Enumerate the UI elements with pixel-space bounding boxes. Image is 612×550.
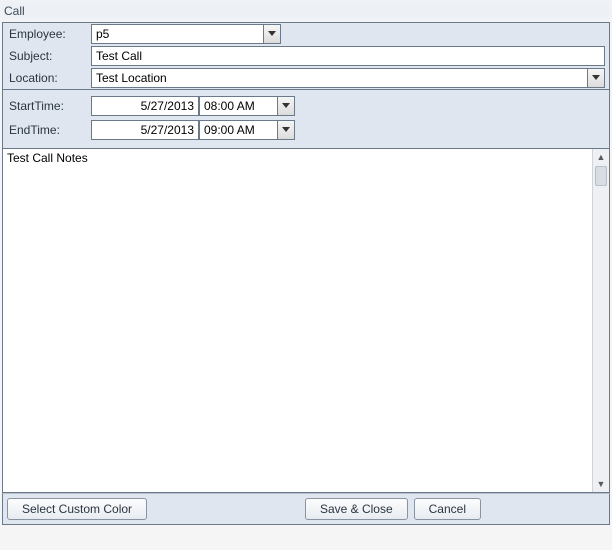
subject-input[interactable] <box>91 46 605 66</box>
save-and-close-button[interactable]: Save & Close <box>305 498 408 520</box>
end-time-combo[interactable] <box>199 120 295 140</box>
location-input[interactable] <box>91 68 587 88</box>
time-section: StartTime: EndTime: <box>2 90 610 148</box>
notes-scrollbar[interactable]: ▲ ▼ <box>592 149 609 492</box>
chevron-down-icon <box>268 31 276 37</box>
location-combo[interactable] <box>91 68 605 88</box>
select-custom-color-button[interactable]: Select Custom Color <box>7 498 147 520</box>
notes-area: ▲ ▼ <box>2 148 610 493</box>
notes-textarea[interactable] <box>3 149 592 492</box>
start-time-dropdown-button[interactable] <box>277 96 295 116</box>
chevron-down-icon <box>282 103 290 109</box>
window-title: Call <box>0 0 612 22</box>
scroll-up-arrow-icon[interactable]: ▲ <box>594 149 609 165</box>
end-time-dropdown-button[interactable] <box>277 120 295 140</box>
employee-input[interactable] <box>91 24 263 44</box>
end-time-label: EndTime: <box>5 123 91 137</box>
form-header: Employee: Subject: Location: <box>2 22 610 90</box>
employee-dropdown-button[interactable] <box>263 24 281 44</box>
button-bar: Select Custom Color Save & Close Cancel <box>2 493 610 525</box>
employee-label: Employee: <box>5 27 91 41</box>
subject-label: Subject: <box>5 49 91 63</box>
start-time-label: StartTime: <box>5 99 91 113</box>
start-date-input[interactable] <box>91 96 199 116</box>
cancel-button[interactable]: Cancel <box>414 498 481 520</box>
end-time-input[interactable] <box>199 120 277 140</box>
call-dialog: Call Employee: Subject: Location: <box>0 0 612 550</box>
start-time-combo[interactable] <box>199 96 295 116</box>
start-time-input[interactable] <box>199 96 277 116</box>
location-label: Location: <box>5 71 91 85</box>
end-date-input[interactable] <box>91 120 199 140</box>
chevron-down-icon <box>282 127 290 133</box>
chevron-down-icon <box>592 75 600 81</box>
scroll-down-arrow-icon[interactable]: ▼ <box>594 476 609 492</box>
location-dropdown-button[interactable] <box>587 68 605 88</box>
scroll-thumb[interactable] <box>595 166 607 186</box>
employee-combo[interactable] <box>91 24 281 44</box>
